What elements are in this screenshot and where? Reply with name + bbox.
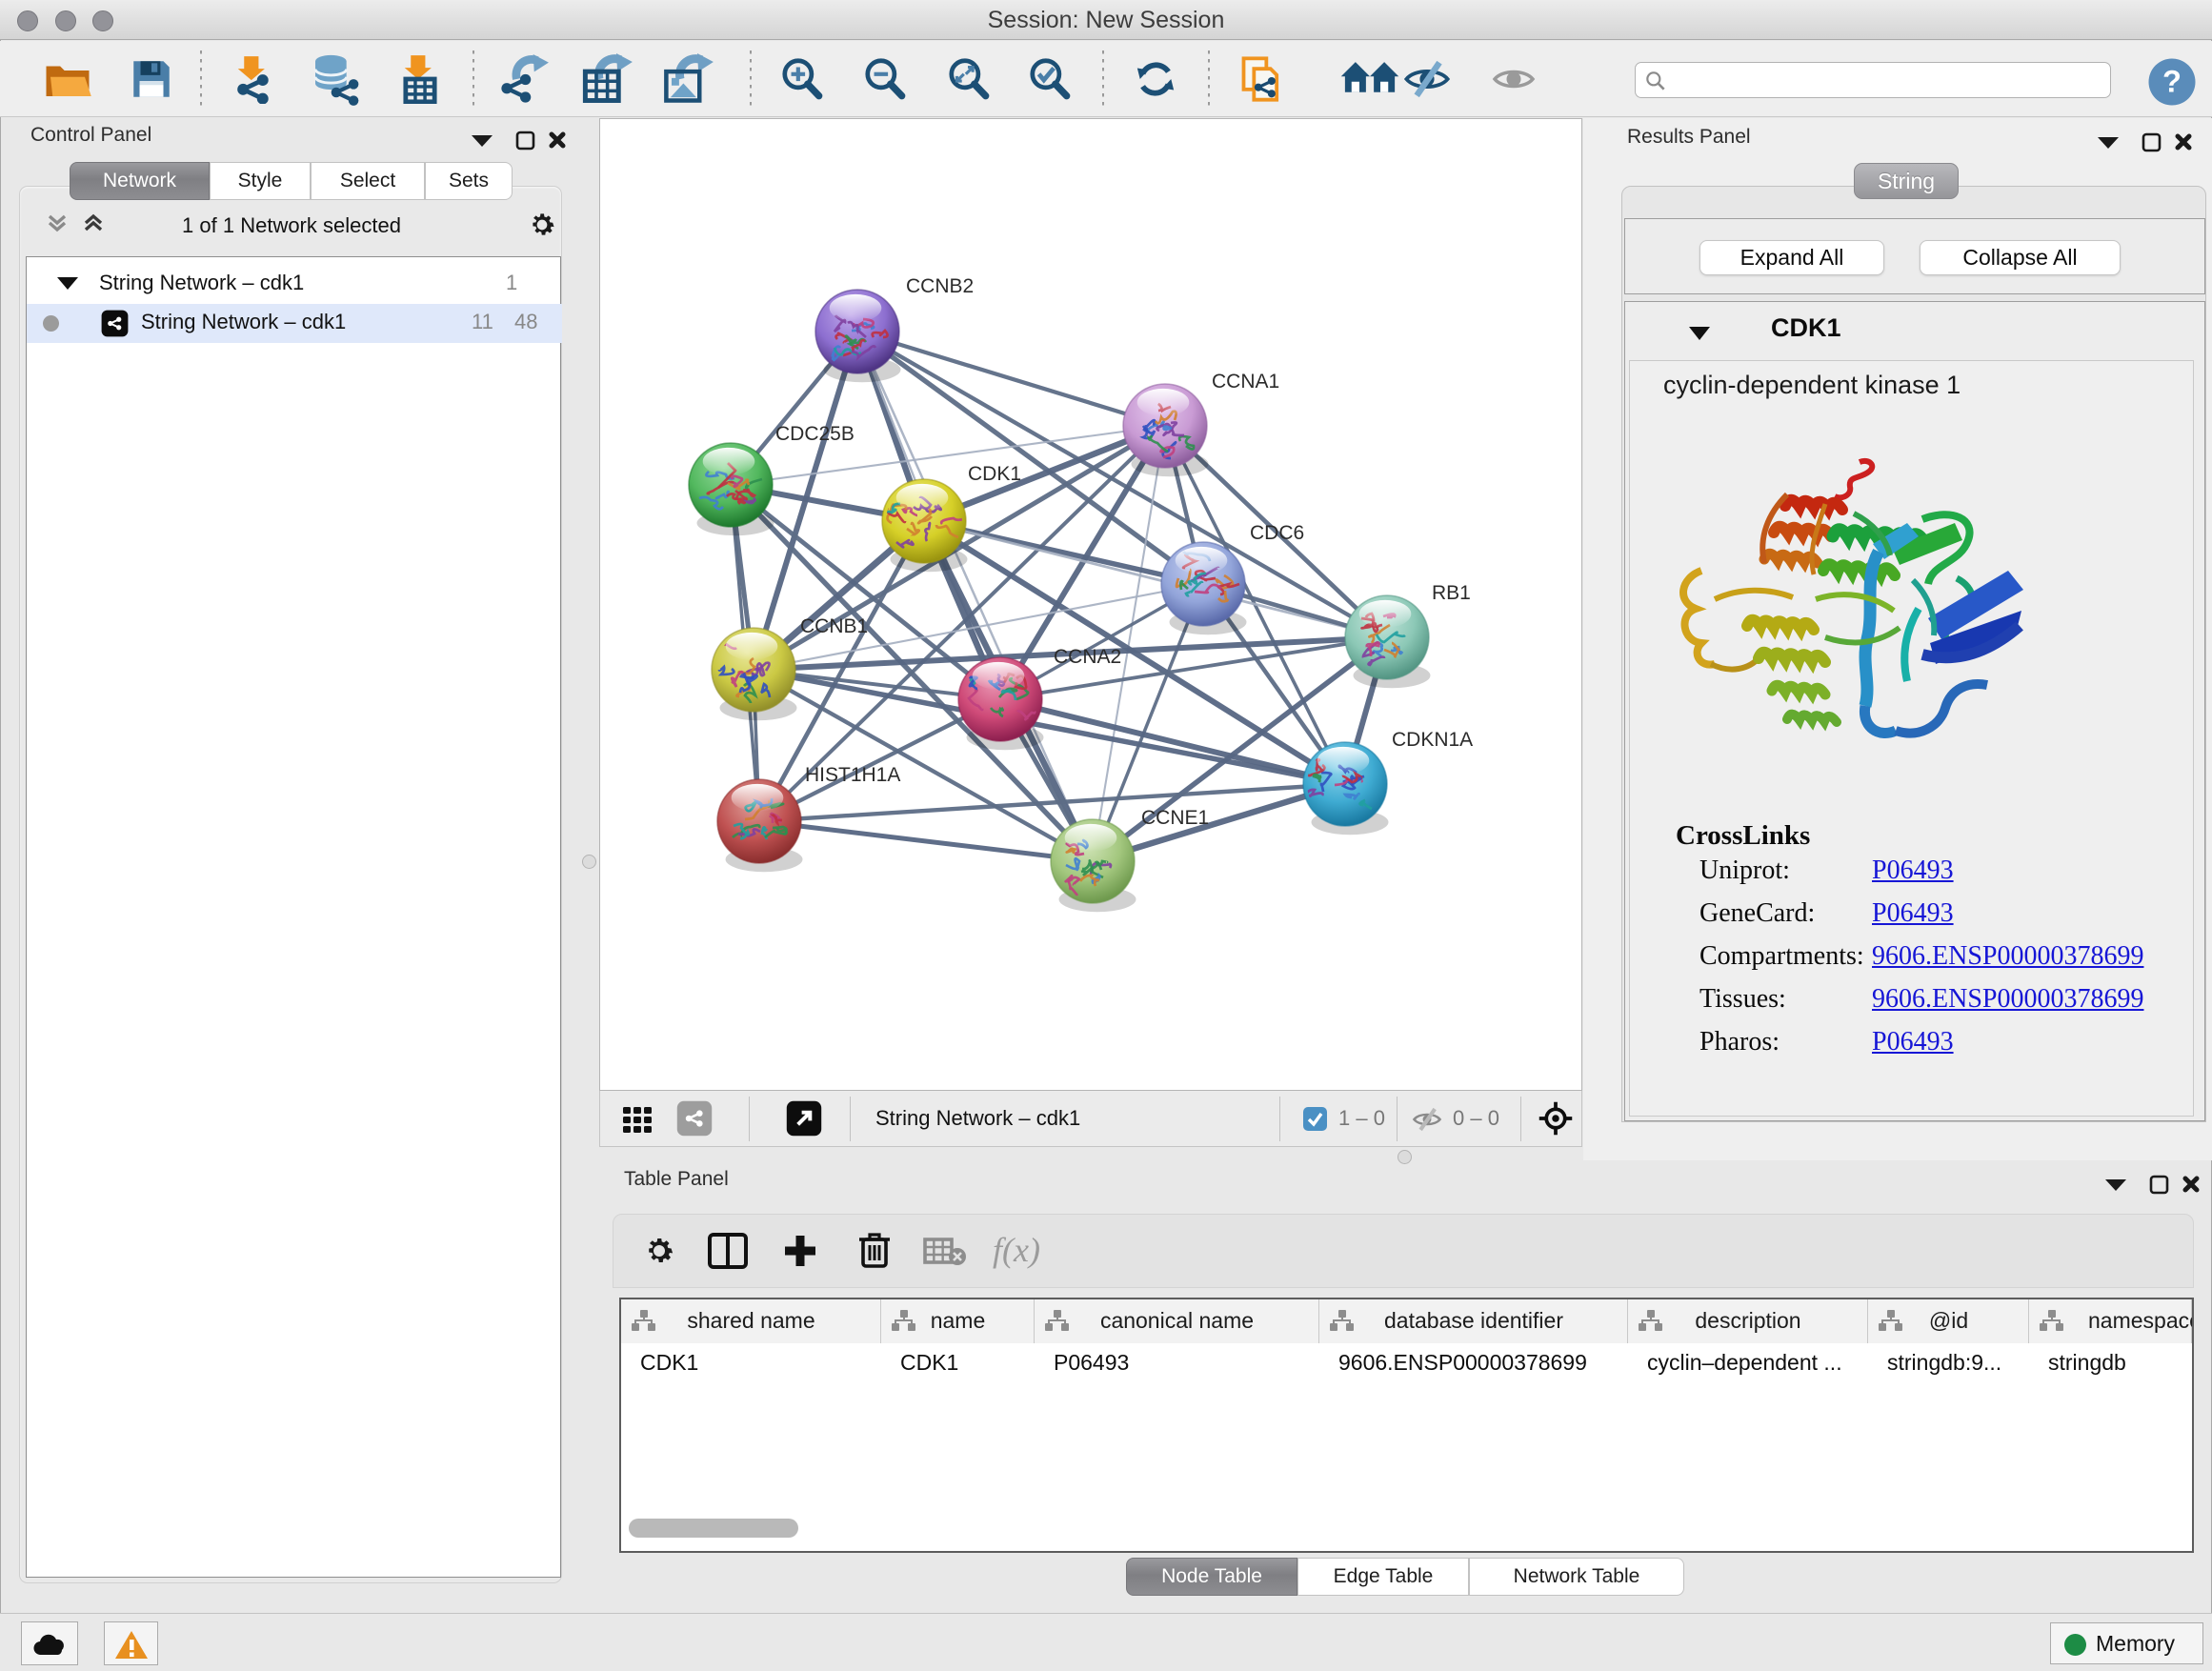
svg-text:?: ? [2162, 64, 2182, 99]
